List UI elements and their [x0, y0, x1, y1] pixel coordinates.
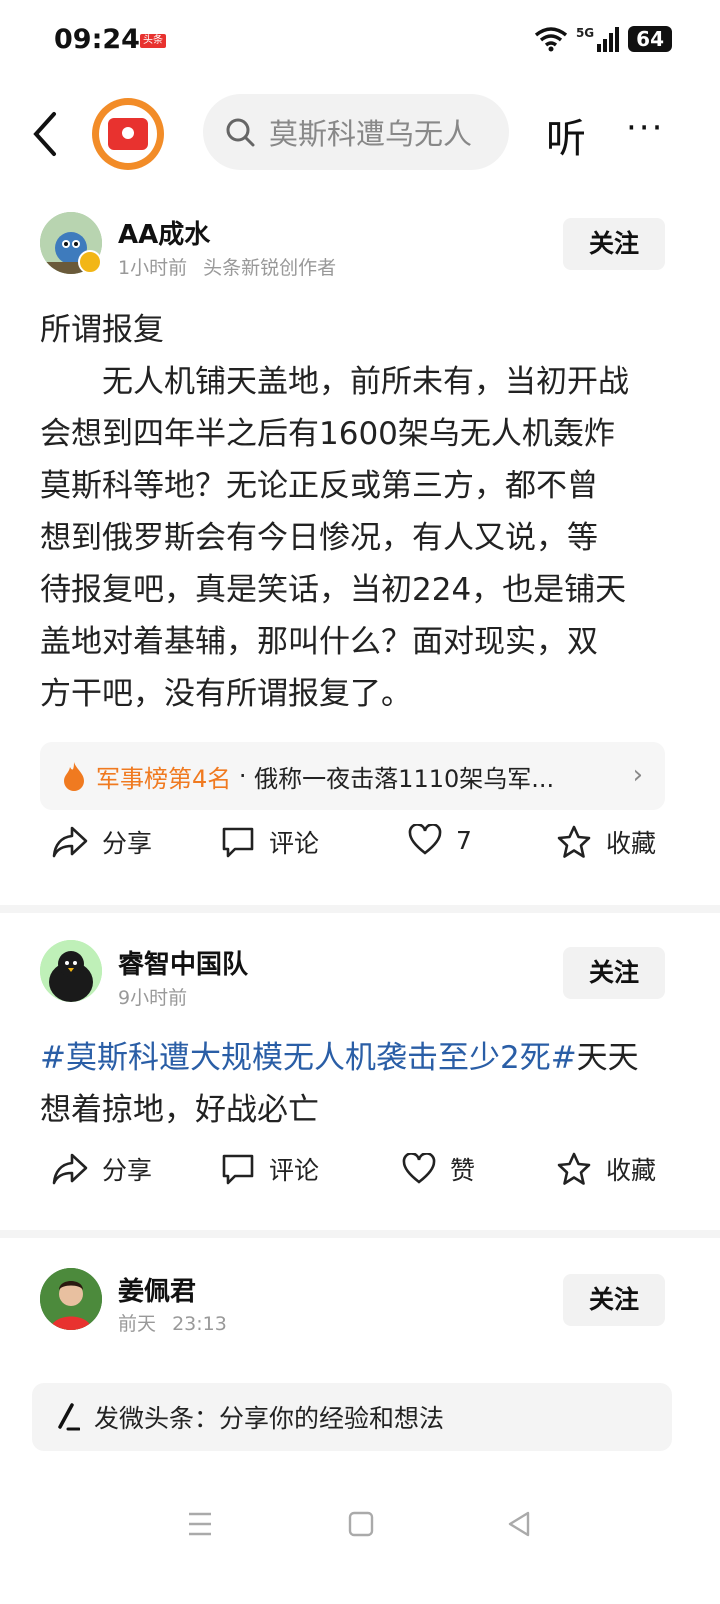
- logo-inner: [99, 105, 157, 163]
- post-line: 盖地对着基辅，那叫什么？面对现实，双: [40, 624, 598, 660]
- more-button[interactable]: ···: [626, 108, 664, 148]
- favorite-label: 收藏: [606, 1156, 657, 1185]
- star-icon: [557, 825, 591, 858]
- favorite-button[interactable]: 收藏: [556, 1151, 656, 1187]
- toutiao-logo-icon: [108, 118, 148, 150]
- post-body[interactable]: #莫斯科遭大规模无人机袭击至少2死#天天 想着掠地，好战必亡: [40, 1032, 680, 1136]
- follow-button[interactable]: 关注: [563, 218, 665, 270]
- like-button[interactable]: 7: [408, 824, 472, 856]
- like-label: 赞: [450, 1156, 476, 1185]
- system-nav-bar: [0, 1490, 720, 1570]
- post-actions: 分享 评论 赞 收藏: [0, 1151, 720, 1211]
- post-text: 天天: [576, 1040, 639, 1076]
- creator-badge-icon: [78, 250, 102, 274]
- comment-icon: [222, 827, 254, 858]
- share-icon: [52, 826, 88, 858]
- comment-button[interactable]: 评论: [221, 824, 319, 860]
- like-count: 7: [456, 825, 472, 855]
- post-time: 前天: [118, 1313, 157, 1335]
- author-badge: 头条新锐创作者: [203, 257, 337, 279]
- post-line: 待报复吧，真是笑话，当初224，也是铺天: [40, 572, 627, 608]
- fire-icon: [64, 762, 84, 791]
- back-button[interactable]: [30, 110, 70, 158]
- post-line: 会想到四年半之后有1600架乌无人机轰炸: [40, 416, 615, 452]
- listen-button[interactable]: 听: [546, 106, 586, 164]
- author-name[interactable]: AA成水: [118, 214, 210, 251]
- favorite-label: 收藏: [606, 829, 657, 858]
- post-time: 1小时前: [118, 257, 188, 279]
- status-bar: 09:24 头条 5G 64: [0, 0, 720, 82]
- post-time-clock: 23:13: [172, 1313, 227, 1335]
- favorite-button[interactable]: 收藏: [556, 824, 656, 860]
- heart-icon: [408, 824, 442, 855]
- post-line: 莫斯科等地？无论正反或第三方，都不曾: [40, 468, 598, 504]
- author-name[interactable]: 姜佩君: [118, 1271, 196, 1308]
- comment-icon: [222, 1154, 254, 1185]
- search-query: 莫斯科遭乌无人: [269, 117, 473, 151]
- hot-title: 俄称一夜击落1110架乌军...: [254, 764, 555, 793]
- avatar[interactable]: [40, 1268, 102, 1330]
- divider: [0, 1230, 720, 1238]
- hot-separator: ·: [231, 762, 255, 790]
- avatar-photo-icon: [40, 1268, 102, 1330]
- post-meta: 前天 23:13: [118, 1309, 227, 1336]
- network-label: 5G: [575, 26, 595, 40]
- avatar[interactable]: [40, 940, 102, 1002]
- chevron-right-icon: ›: [632, 760, 643, 790]
- search-icon: [226, 118, 255, 147]
- avatar-penguin-icon: [40, 940, 102, 1002]
- author-name[interactable]: 睿智中国队: [118, 944, 248, 981]
- comment-label: 评论: [269, 1156, 320, 1185]
- status-icons: 5G 64: [534, 26, 672, 52]
- home-icon[interactable]: [348, 1510, 374, 1538]
- post-body[interactable]: 所谓报复 无人机铺天盖地，前所未有，当初开战 会想到四年半之后有1600架乌无人…: [40, 304, 680, 720]
- comment-label: 评论: [269, 829, 320, 858]
- pen-icon: [58, 1403, 80, 1431]
- heart-icon: [402, 1153, 436, 1184]
- signal-icon: [597, 27, 620, 52]
- wifi-icon: [534, 27, 568, 52]
- battery-indicator: 64: [628, 26, 672, 52]
- follow-button[interactable]: 关注: [563, 947, 665, 999]
- app-logo[interactable]: [92, 98, 164, 170]
- post-meta: 1小时前 头条新锐创作者: [118, 253, 336, 280]
- back-arrow-icon: [33, 112, 56, 156]
- post-line: 想到俄罗斯会有今日惨况，有人又说，等: [40, 520, 598, 556]
- follow-button[interactable]: 关注: [563, 1274, 665, 1326]
- back-triangle-icon[interactable]: [506, 1510, 532, 1538]
- search-bar[interactable]: 莫斯科遭乌无人: [203, 94, 509, 170]
- composer-placeholder: 发微头条：分享你的经验和想法: [94, 1404, 445, 1433]
- post-line: #莫斯科遭大规模无人机袭击至少2死#天天: [40, 1032, 680, 1084]
- like-button[interactable]: 赞: [402, 1151, 475, 1187]
- divider: [0, 905, 720, 913]
- post-composer[interactable]: 发微头条：分享你的经验和想法: [32, 1383, 672, 1451]
- share-button[interactable]: 分享: [52, 1151, 152, 1187]
- share-label: 分享: [102, 1156, 153, 1185]
- status-time: 09:24: [54, 24, 140, 55]
- star-icon: [557, 1152, 591, 1185]
- post-actions: 分享 评论 7 收藏: [0, 824, 720, 884]
- menu-icon[interactable]: [187, 1510, 213, 1538]
- post-line: 无人机铺天盖地，前所未有，当初开战: [40, 364, 629, 400]
- comment-button[interactable]: 评论: [221, 1151, 319, 1187]
- post-line: 想着掠地，好战必亡: [40, 1092, 319, 1128]
- status-app-tag: 头条: [140, 34, 166, 48]
- post-line: 所谓报复: [40, 312, 164, 348]
- hashtag-link[interactable]: #莫斯科遭大规模无人机袭击至少2死#: [40, 1040, 577, 1076]
- hot-rank: 军事榜第4名: [96, 764, 232, 793]
- share-icon: [52, 1153, 88, 1185]
- post-line: 方干吧，没有所谓报复了。: [40, 676, 412, 712]
- share-button[interactable]: 分享: [52, 824, 152, 860]
- hot-list-banner[interactable]: 军事榜第4名 · 俄称一夜击落1110架乌军... ›: [40, 742, 665, 810]
- post-time: 9小时前: [118, 987, 188, 1009]
- share-label: 分享: [102, 829, 153, 858]
- top-bar: 莫斯科遭乌无人 听 ···: [0, 90, 720, 180]
